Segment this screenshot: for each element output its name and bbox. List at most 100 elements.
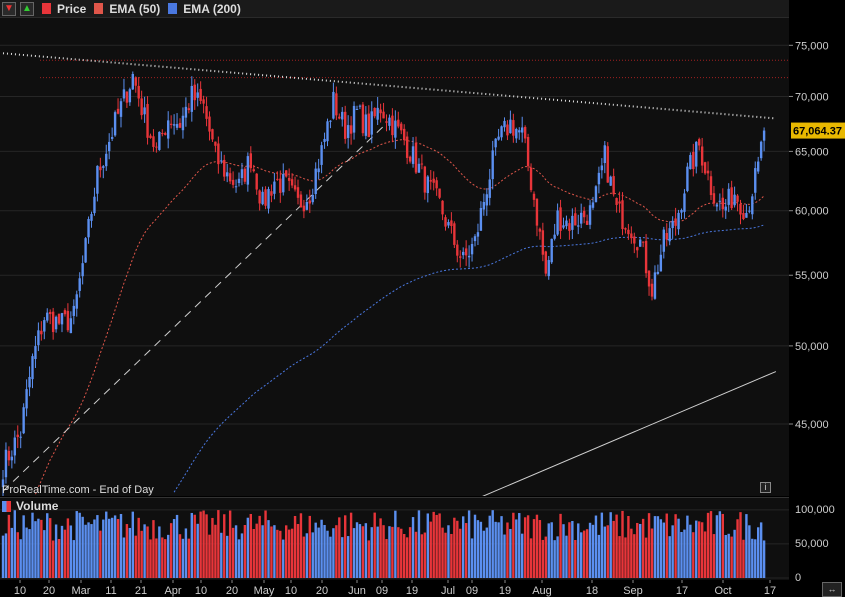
volume-bar	[332, 528, 335, 578]
candle-body	[403, 128, 406, 141]
volume-bar	[196, 523, 199, 578]
volume-bar	[119, 513, 123, 578]
price-chart-area[interactable]	[0, 18, 789, 496]
candle-body	[385, 121, 388, 123]
volume-bar	[553, 540, 556, 578]
volume-bar	[78, 512, 81, 578]
candle-body	[338, 116, 341, 119]
candle-body	[727, 188, 730, 205]
candle-body	[46, 312, 49, 321]
candle-body	[426, 176, 429, 194]
candle-body	[715, 204, 719, 207]
volume-bar	[87, 522, 90, 578]
volume-bar	[246, 517, 250, 578]
info-icon[interactable]: i	[760, 482, 771, 493]
volume-bar	[149, 539, 152, 578]
x-tick-label: Sep	[623, 585, 643, 597]
candle-body	[167, 120, 170, 139]
candle-body	[78, 278, 81, 291]
volume-bar	[636, 522, 639, 578]
volume-bar	[226, 535, 229, 578]
volume-bar	[562, 524, 565, 578]
candle-body	[223, 159, 226, 177]
candle-body	[529, 167, 533, 191]
volume-bar	[470, 538, 474, 578]
candle-body	[308, 200, 311, 204]
volume-bar	[647, 513, 651, 578]
candle-body	[63, 310, 67, 315]
volume-bar	[618, 536, 621, 578]
volume-bar	[408, 527, 412, 578]
volume-bar	[574, 539, 577, 578]
candle-body	[81, 263, 84, 277]
candle-body	[556, 210, 559, 235]
candle-body	[656, 271, 660, 274]
candle-body	[382, 111, 385, 119]
candle-body	[541, 230, 545, 255]
volume-bar	[464, 523, 468, 578]
x-axis[interactable]: 10 20 Mar 11 21 Apr 10 20 May 10 20 Jun 09 19 Jul 09 19 A…	[0, 580, 789, 597]
candle-body	[373, 107, 376, 117]
candle-body	[706, 170, 710, 174]
volume-bar	[125, 524, 129, 578]
volume-bar	[624, 537, 627, 578]
volume-bar	[305, 533, 309, 578]
candle-body	[332, 91, 335, 119]
candle-body	[521, 127, 524, 133]
x-tick-label: 11	[105, 585, 116, 597]
candle-body	[680, 209, 683, 213]
candle-body	[110, 137, 114, 139]
volume-bar	[54, 524, 58, 578]
last-price-label: 67,064.37	[793, 126, 842, 138]
candle-body	[441, 200, 444, 215]
volume-bar	[417, 510, 421, 578]
candle-body	[550, 238, 553, 263]
volume-bar	[175, 514, 179, 578]
candle-body	[591, 202, 595, 208]
candle-body	[585, 220, 589, 225]
candle-body	[367, 113, 370, 138]
volume-bar	[190, 512, 193, 578]
candle-body	[594, 186, 598, 203]
volume-bar	[695, 520, 698, 578]
volume-bar	[585, 529, 589, 578]
candle-body	[491, 150, 494, 180]
volume-bar	[488, 515, 491, 578]
candle-body	[683, 193, 686, 212]
volume-bar	[559, 513, 562, 578]
volume-bar	[329, 536, 332, 578]
volume-panel[interactable]	[0, 497, 789, 581]
volume-bar	[352, 528, 356, 578]
candle-body	[571, 215, 574, 230]
candle-body	[644, 240, 648, 274]
zoom-icon[interactable]: ↔	[822, 582, 842, 597]
volume-bar	[361, 526, 365, 578]
candle-body	[31, 356, 34, 380]
volume-bar	[494, 521, 497, 578]
volume-bar	[158, 526, 161, 578]
candle-body	[172, 124, 176, 126]
x-tick-label: Apr	[164, 585, 181, 597]
volume-chart	[0, 509, 789, 579]
volume-bar	[503, 534, 506, 578]
candle-body	[724, 206, 727, 211]
candle-body	[84, 238, 87, 263]
arrow-up-icon[interactable]: ▲	[20, 1, 34, 16]
candle-body	[748, 210, 751, 212]
candle-body	[588, 205, 592, 225]
candle-body	[75, 294, 78, 309]
candle-body	[282, 174, 285, 193]
x-tick-label: 21	[135, 585, 147, 597]
y-axis[interactable]: 75,000 70,000 65,000 60,000 55,000 50,000 45,0…	[789, 0, 845, 597]
volume-bar	[571, 521, 574, 578]
arrow-down-icon[interactable]: ▼	[2, 1, 16, 16]
volume-bar	[479, 521, 483, 578]
candle-body	[506, 124, 509, 136]
candle-body	[736, 195, 739, 202]
candle-body	[175, 124, 179, 128]
volume-bar	[715, 515, 719, 578]
candle-body	[237, 178, 241, 184]
x-tick-label: 19	[406, 585, 418, 597]
candle-body	[677, 212, 680, 230]
volume-bar	[10, 527, 14, 578]
